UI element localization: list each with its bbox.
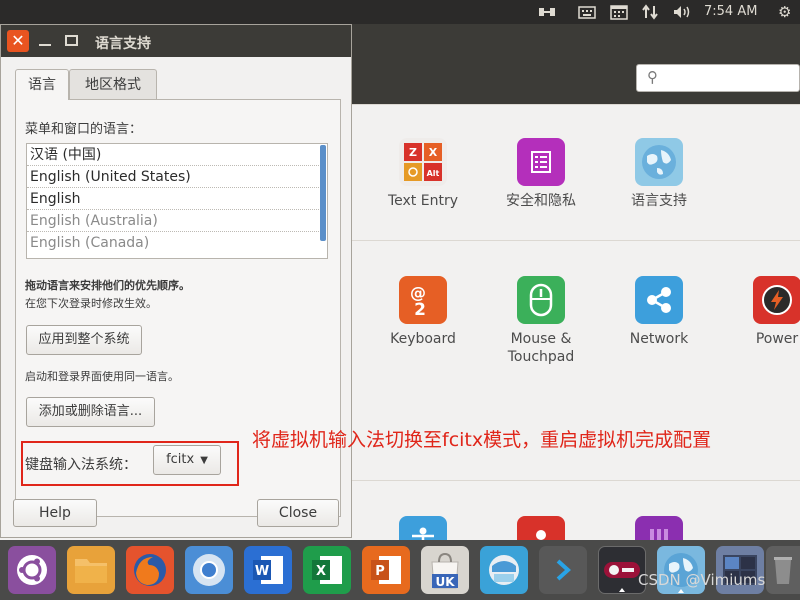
settings-item-language-support[interactable]: 语言支持: [600, 138, 718, 210]
wps-spreadsheet-icon[interactable]: X: [303, 546, 351, 594]
launcher-dock: W X P UK: [0, 540, 800, 600]
drag-hint: 拖动语言来安排他们的优先顺序。: [25, 279, 190, 292]
svg-text:P: P: [375, 564, 385, 579]
vscode-icon[interactable]: [539, 546, 587, 594]
tab-regional-formats[interactable]: 地区格式: [69, 69, 157, 99]
language-list-item[interactable]: English (Australia): [27, 210, 319, 232]
settings-item-security-privacy[interactable]: 安全和隐私: [482, 138, 600, 210]
ubuntu-dash-icon[interactable]: [8, 546, 56, 594]
settings-item-text-entry[interactable]: Z X Alt Text Entry: [364, 138, 482, 210]
security-privacy-icon: [517, 138, 565, 186]
svg-text:X: X: [429, 146, 438, 159]
section-divider: [352, 104, 800, 105]
language-list[interactable]: 汉语 (中国) English (United States) English …: [26, 143, 328, 259]
text-entry-icon: Z X Alt: [399, 138, 447, 186]
svg-text:Z: Z: [409, 146, 417, 159]
settings-item-power[interactable]: Power: [718, 276, 800, 348]
keyboard-icon[interactable]: [578, 3, 596, 21]
settings-item-label: Keyboard: [390, 331, 456, 347]
settings-item-label: Mouse & Touchpad: [507, 331, 575, 365]
network-settings-icon: [635, 276, 683, 324]
dialog-title: 语言支持: [95, 36, 151, 52]
login-screen-hint: 启动和登录界面使用同一语言。: [25, 370, 179, 383]
trash-icon[interactable]: [766, 546, 800, 594]
transfer-icon[interactable]: [642, 3, 658, 21]
search-icon: ⚲: [647, 68, 658, 86]
language-support-icon: [635, 138, 683, 186]
network-icon[interactable]: [538, 3, 556, 21]
power-gear-icon[interactable]: ⚙: [778, 3, 791, 21]
section-divider: [352, 480, 800, 481]
settings-item-keyboard[interactable]: @2 Keyboard: [364, 276, 482, 348]
wps-presentation-icon[interactable]: P: [362, 546, 410, 594]
wps-writer-icon[interactable]: W: [244, 546, 292, 594]
firefox-icon[interactable]: [126, 546, 174, 594]
settings-item-label: Power: [755, 331, 799, 347]
highlight-box: [21, 441, 239, 486]
top-panel: 7:54 AM ⚙: [0, 0, 800, 24]
list-scrollbar[interactable]: [320, 145, 326, 241]
settings-item-label: 安全和隐私: [506, 193, 576, 209]
next-login-hint: 在您下次登录时修改生效。: [25, 297, 157, 310]
svg-text:UK: UK: [435, 575, 455, 589]
software-center-icon[interactable]: UK: [421, 546, 469, 594]
power-settings-icon: [753, 276, 800, 324]
running-indicator-icon: [619, 588, 625, 592]
minimize-icon[interactable]: [39, 44, 51, 46]
apply-system-wide-button[interactable]: 应用到整个系统: [26, 325, 142, 355]
language-list-item[interactable]: English: [27, 188, 319, 210]
tab-language[interactable]: 语言: [15, 69, 69, 100]
menu-language-label: 菜单和窗口的语言：: [25, 122, 143, 137]
section-divider: [352, 240, 800, 241]
chromium-icon[interactable]: [185, 546, 233, 594]
svg-text:2: 2: [414, 300, 426, 318]
volume-icon[interactable]: [672, 3, 692, 21]
clock[interactable]: 7:54 AM: [704, 4, 757, 19]
language-list-item[interactable]: English (United States): [27, 166, 319, 188]
watermark-text: CSDN @Vimiums: [638, 571, 766, 589]
maximize-icon[interactable]: [65, 35, 78, 46]
settings-item-mouse-touchpad[interactable]: Mouse & Touchpad: [482, 276, 600, 366]
language-list-item[interactable]: English (Canada): [27, 232, 319, 254]
annotation-text: 将虚拟机输入法切换至fcitx模式，重启虚拟机完成配置: [252, 429, 712, 451]
svg-text:X: X: [316, 564, 326, 579]
close-button[interactable]: Close: [257, 499, 339, 527]
software-updater-icon[interactable]: [480, 546, 528, 594]
svg-text:Alt: Alt: [427, 169, 440, 178]
mouse-touchpad-icon: [517, 276, 565, 324]
settings-item-label: Network: [629, 331, 689, 347]
search-input[interactable]: ⚲: [636, 64, 800, 92]
keyboard-settings-icon: @2: [399, 276, 447, 324]
language-list-item[interactable]: 汉语 (中国): [27, 144, 319, 166]
settings-item-network[interactable]: Network: [600, 276, 718, 348]
help-button[interactable]: Help: [13, 499, 97, 527]
close-icon[interactable]: ✕: [7, 30, 29, 52]
settings-item-label: Text Entry: [387, 193, 458, 209]
svg-text:W: W: [255, 564, 269, 579]
running-indicator-icon: [678, 589, 684, 593]
add-remove-languages-button[interactable]: 添加或删除语言...: [26, 397, 155, 427]
calendar-icon[interactable]: [610, 3, 628, 21]
files-icon[interactable]: [67, 546, 115, 594]
dialog-titlebar[interactable]: ✕ 语言支持: [1, 25, 351, 57]
settings-item-label: 语言支持: [631, 193, 687, 209]
language-support-dialog: ✕ 语言支持 语言 地区格式 菜单和窗口的语言： 汉语 (中国) English…: [0, 24, 352, 538]
